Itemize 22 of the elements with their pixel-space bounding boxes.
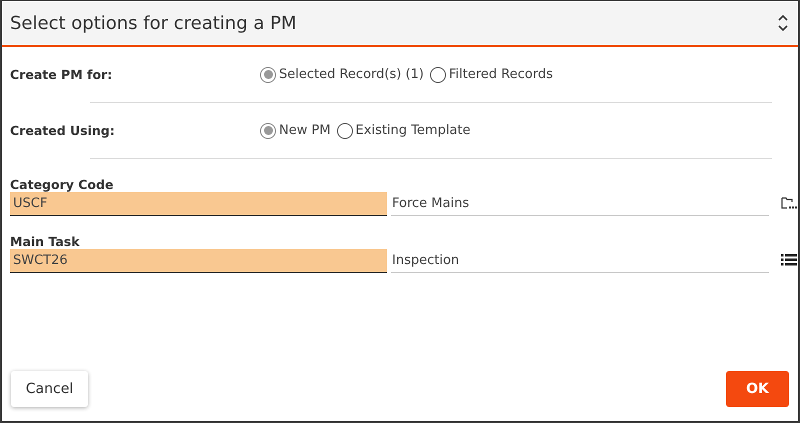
sort-icon[interactable] — [778, 14, 788, 32]
dialog-title: Select options for creating a PM — [10, 12, 296, 34]
radio-button[interactable] — [260, 66, 276, 82]
radio-label[interactable]: Selected Record(s) (1) — [279, 67, 424, 82]
field-label: Main Task — [10, 234, 81, 249]
option-label: Create PM for: — [10, 67, 114, 82]
radio-label[interactable]: Existing Template — [356, 123, 470, 138]
field-label: Category Code — [10, 177, 114, 192]
option-label: Created Using: — [10, 123, 116, 138]
code-field[interactable]: USCF — [10, 192, 387, 216]
radio-button[interactable] — [430, 66, 446, 82]
description-field: Inspection — [391, 249, 769, 273]
radio-label[interactable]: Filtered Records — [448, 67, 553, 82]
cancel-button[interactable]: Cancel — [11, 371, 88, 407]
radio-label[interactable]: New PM — [279, 123, 331, 138]
ok-button[interactable]: OK — [726, 371, 789, 407]
radio-button[interactable] — [260, 122, 276, 138]
list-icon[interactable] — [781, 253, 797, 267]
code-field[interactable]: SWCT26 — [10, 249, 387, 273]
radio-button[interactable] — [336, 122, 353, 138]
folder-icon[interactable] — [781, 196, 797, 210]
description-field: Force Mains — [391, 192, 769, 216]
